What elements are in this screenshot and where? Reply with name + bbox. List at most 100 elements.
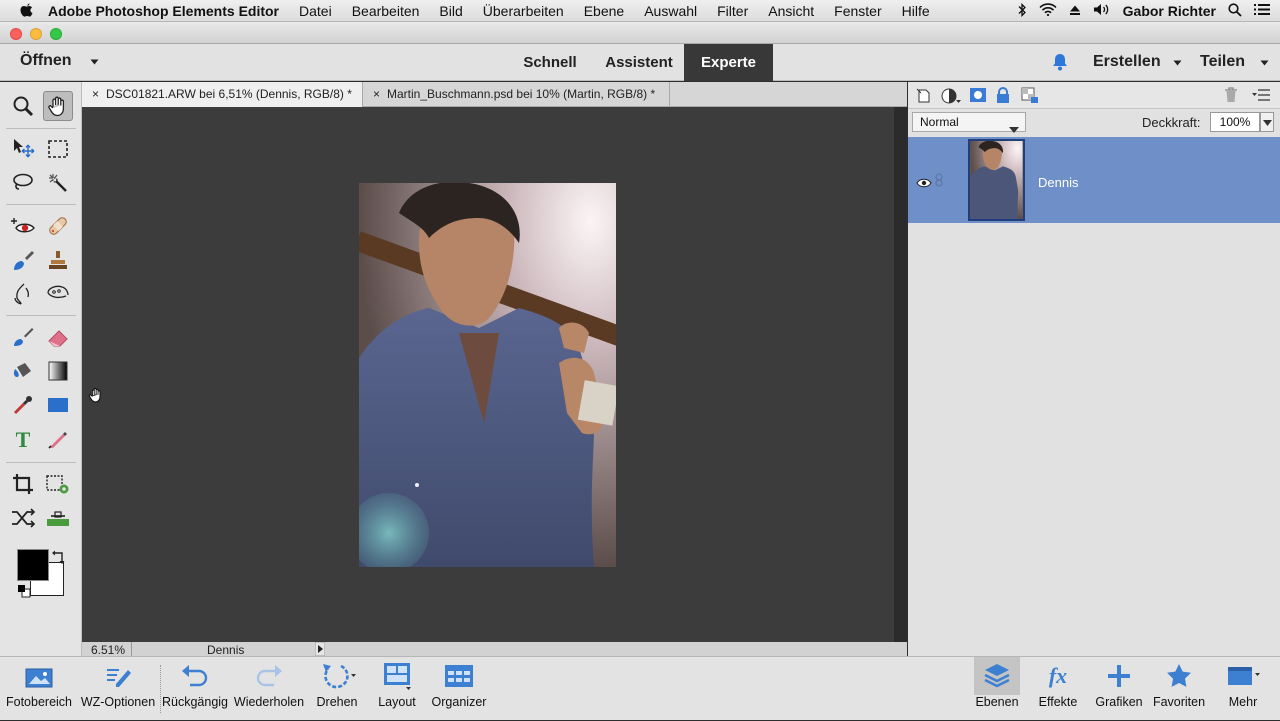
menu-filter[interactable]: Filter [717,3,748,19]
smart-brush-icon[interactable] [8,245,38,275]
menu-bearbeiten[interactable]: Bearbeiten [352,3,420,19]
wifi-icon[interactable] [1039,3,1057,19]
red-eye-tool-icon[interactable] [8,211,38,241]
gradient-tool-icon[interactable] [43,356,73,386]
recompose-tool-icon[interactable] [43,469,73,499]
lock-all-icon[interactable] [996,87,1010,109]
open-button[interactable]: Öffnen [20,52,99,70]
sponge-tool-icon[interactable] [43,279,73,309]
straighten-tool-icon[interactable] [43,503,73,533]
hand-cursor-icon [88,386,104,409]
rotate-label: Drehen [316,695,358,709]
menu-app-name[interactable]: Adobe Photoshop Elements Editor [48,3,279,19]
blur-tool-icon[interactable] [8,279,38,309]
tab-assistent[interactable]: Assistent [593,44,685,81]
panel-menu-icon[interactable] [1252,88,1270,107]
new-layer-icon[interactable] [916,88,932,109]
share-button[interactable]: Teilen [1200,53,1269,71]
quick-selection-icon[interactable] [43,168,73,198]
close-tab-icon[interactable]: × [92,87,99,101]
apple-icon[interactable] [18,3,34,19]
delete-layer-icon[interactable] [1224,87,1238,108]
blend-mode-dropdown[interactable]: Normal [912,112,1026,133]
text-tool-icon[interactable]: T [8,424,38,454]
tool-separator [6,204,76,205]
menu-user-name[interactable]: Gabor Richter [1123,3,1216,19]
menu-ansicht[interactable]: Ansicht [768,3,814,19]
minimize-window-button[interactable] [30,28,42,40]
doc-tab-martin-buschmann[interactable]: × Martin_Buschmann.psd bei 10% (Martin, R… [363,82,670,107]
chevron-down-icon [90,52,99,70]
close-tab-icon[interactable]: × [373,87,380,101]
redo-button[interactable]: Wiederholen [232,657,306,721]
volume-icon[interactable] [1093,3,1111,19]
rectangle-shape-icon[interactable] [43,390,73,420]
create-button[interactable]: Erstellen [1093,53,1182,71]
clone-stamp-icon[interactable] [43,245,73,275]
spot-healing-brush-icon[interactable] [43,211,73,241]
paint-bucket-icon[interactable] [8,356,38,386]
favorites-button[interactable]: Favoriten [1150,657,1208,721]
organizer-label: Organizer [431,695,487,709]
vertical-scrollbar[interactable] [894,107,907,642]
default-colors-icon[interactable] [17,584,31,603]
opacity-dropdown-button[interactable] [1260,112,1274,132]
photo-bin-label: Fotobereich [5,695,72,709]
layout-button[interactable]: Layout [372,657,422,721]
notification-bell-icon[interactable] [1050,52,1070,77]
tab-schnell[interactable]: Schnell [513,44,587,81]
zoom-tool-icon[interactable] [8,91,38,121]
layers-button[interactable]: Ebenen [974,657,1020,721]
photo-dennis [359,183,616,567]
menu-auswahl[interactable]: Auswahl [644,3,697,19]
zoom-window-button[interactable] [50,28,62,40]
create-label: Erstellen [1093,53,1161,71]
layer-name[interactable]: Dennis [1038,175,1078,190]
link-icon[interactable] [935,173,943,192]
notification-list-icon[interactable] [1254,3,1270,19]
doc-tab-dsc01821[interactable]: × DSC01821.ARW bei 6,51% (Dennis, RGB/8) … [82,82,363,107]
undo-button[interactable]: Rückgängig [160,657,230,721]
zoom-level[interactable]: 6.51% [91,643,125,657]
menu-bild[interactable]: Bild [439,3,462,19]
menu-datei[interactable]: Datei [299,3,332,19]
layer-row-dennis[interactable]: Dennis [908,137,1280,223]
eraser-tool-icon[interactable] [43,322,73,352]
rectangular-marquee-icon[interactable] [43,134,73,164]
layer-mask-icon[interactable] [969,87,987,108]
hand-tool-icon[interactable] [43,91,73,121]
eyedropper-icon[interactable] [8,390,38,420]
image-canvas[interactable] [82,107,894,642]
rotate-button[interactable]: Drehen [310,657,364,721]
brush-tool-icon[interactable] [8,322,38,352]
lock-transparency-icon[interactable] [1021,87,1039,109]
menu-fenster[interactable]: Fenster [834,3,881,19]
bluetooth-icon[interactable] [1017,2,1027,20]
swap-colors-icon[interactable] [52,550,66,569]
graphics-button[interactable]: Grafiken [1092,657,1146,721]
eject-icon[interactable] [1069,3,1081,19]
redo-icon [232,657,306,695]
organizer-icon [428,657,490,695]
photo-bin-button[interactable]: Fotobereich [4,657,74,721]
effects-button[interactable]: fx Effekte [1034,657,1082,721]
organizer-button[interactable]: Organizer [428,657,490,721]
tool-options-button[interactable]: WZ-Optionen [78,657,158,721]
move-tool-icon[interactable] [8,134,38,164]
crop-tool-icon[interactable] [8,469,38,499]
pencil-tool-icon[interactable] [43,424,73,454]
menu-ebene[interactable]: Ebene [584,3,624,19]
lasso-icon[interactable] [8,168,38,198]
content-aware-move-icon[interactable] [8,503,38,533]
visibility-eye-icon[interactable] [916,175,932,193]
foreground-color-swatch[interactable] [17,549,49,581]
tab-experte[interactable]: Experte [684,44,773,81]
menu-ueberarbeiten[interactable]: Überarbeiten [483,3,564,19]
layout-icon [372,657,422,695]
close-window-button[interactable] [10,28,22,40]
spotlight-search-icon[interactable] [1228,2,1242,20]
menu-hilfe[interactable]: Hilfe [902,3,930,19]
adjustment-layer-icon[interactable] [940,87,962,110]
opacity-field[interactable]: 100% [1210,112,1260,132]
more-button[interactable]: Mehr [1218,657,1268,721]
